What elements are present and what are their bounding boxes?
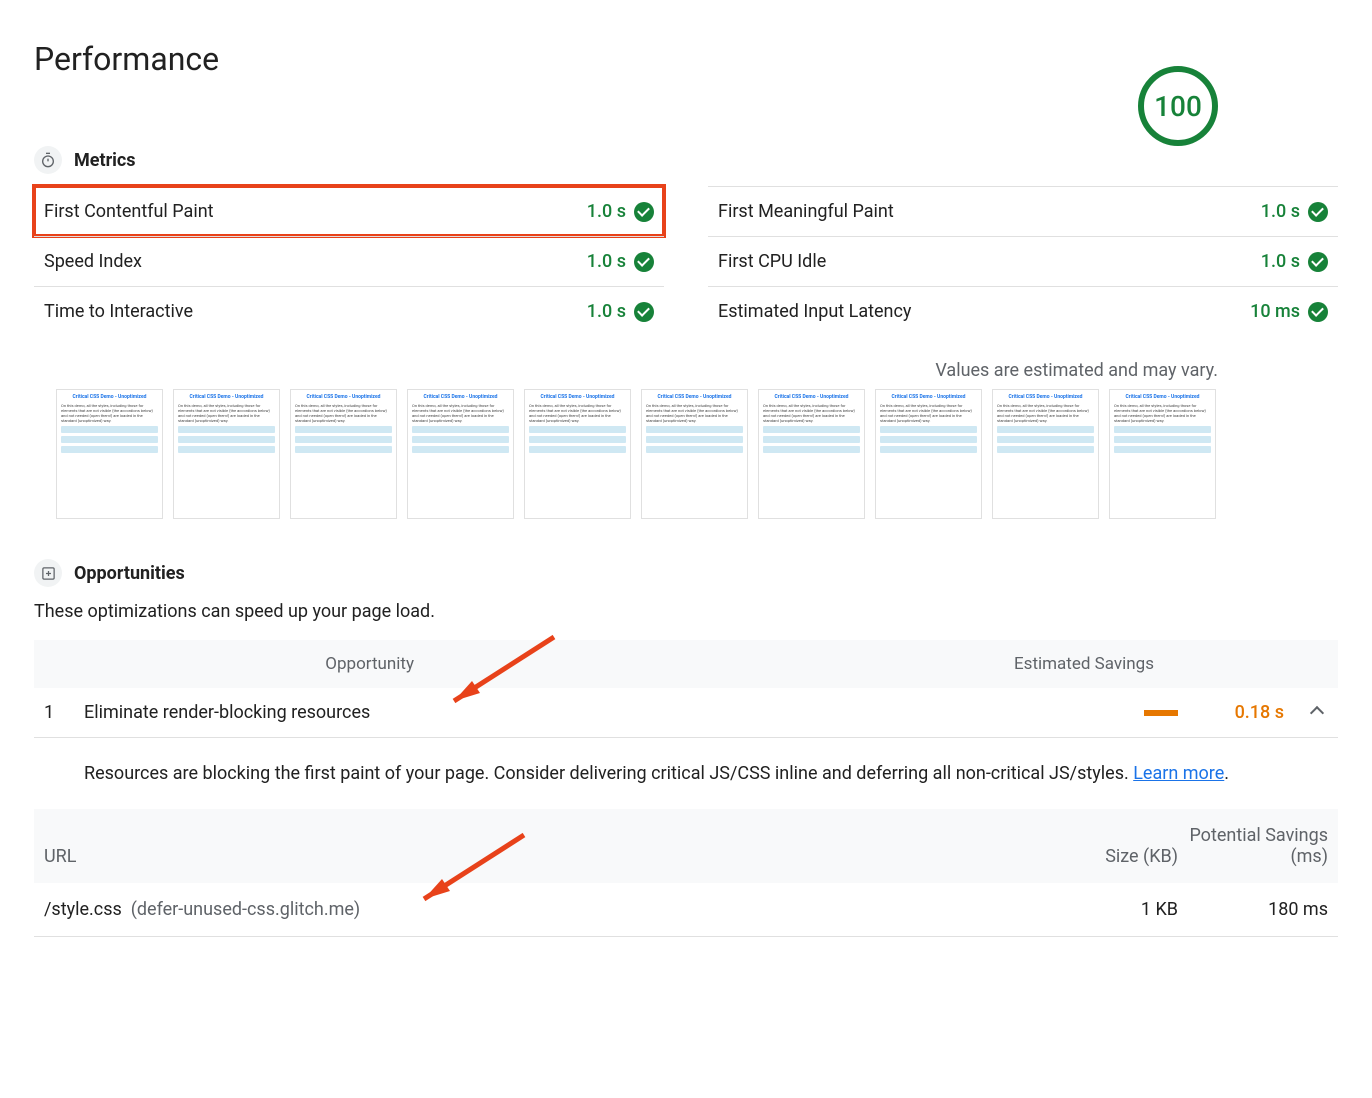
metrics-section-header: Metrics <box>34 146 1338 174</box>
opportunities-table-header: Opportunity Estimated Savings <box>34 640 1338 688</box>
filmstrip-frame: Critical CSS Demo - UnoptimizedOn this d… <box>290 389 397 519</box>
metric-label: Speed Index <box>44 251 142 272</box>
metric-row[interactable]: Estimated Input Latency 10 ms <box>708 286 1338 336</box>
metric-label: Estimated Input Latency <box>718 301 911 322</box>
stopwatch-icon <box>34 146 62 174</box>
metric-value: 1.0 s <box>587 301 626 322</box>
filmstrip-frame: Critical CSS Demo - UnoptimizedOn this d… <box>641 389 748 519</box>
column-opportunity: Opportunity <box>44 654 414 674</box>
opportunity-index: 1 <box>44 702 84 723</box>
opportunities-title: Opportunities <box>74 563 185 584</box>
check-circle-icon <box>1308 252 1328 272</box>
page-title: Performance <box>34 40 219 78</box>
filmstrip-frame: Critical CSS Demo - UnoptimizedOn this d… <box>758 389 865 519</box>
metric-value: 10 ms <box>1250 301 1300 322</box>
sparkle-icon <box>34 559 62 587</box>
metric-row[interactable]: First Meaningful Paint 1.0 s <box>708 186 1338 236</box>
metrics-grid: First Contentful Paint1.0 sFirst Meaning… <box>34 186 1338 336</box>
metrics-title: Metrics <box>74 150 136 171</box>
performance-score-gauge: 100 <box>1138 66 1218 146</box>
opportunity-savings: 0.18 s <box>1184 702 1284 723</box>
check-circle-icon <box>634 202 654 222</box>
column-savings: Estimated Savings <box>884 654 1284 674</box>
check-circle-icon <box>1308 302 1328 322</box>
filmstrip-frame: Critical CSS Demo - UnoptimizedOn this d… <box>173 389 280 519</box>
metric-row[interactable]: Time to Interactive 1.0 s <box>34 286 664 336</box>
metric-row[interactable]: First CPU Idle 1.0 s <box>708 236 1338 286</box>
savings-bar-cell <box>884 710 1184 716</box>
filmstrip-frame: Critical CSS Demo - UnoptimizedOn this d… <box>56 389 163 519</box>
chevron-up-icon[interactable] <box>1310 705 1324 719</box>
filmstrip-frame: Critical CSS Demo - UnoptimizedOn this d… <box>407 389 514 519</box>
opportunities-description: These optimizations can speed up your pa… <box>34 601 1338 622</box>
opportunity-detail: Resources are blocking the first paint o… <box>34 738 1338 809</box>
savings-bar <box>1144 710 1178 716</box>
resource-row: /style.css (defer-unused-css.glitch.me) … <box>34 883 1338 937</box>
metric-row[interactable]: First Contentful Paint 1.0 s <box>34 186 664 236</box>
column-size: Size (KB) <box>1028 846 1178 867</box>
column-url: URL <box>44 846 1028 867</box>
resource-path: /style.css <box>44 899 122 920</box>
check-circle-icon <box>1308 202 1328 222</box>
resource-host: (defer-unused-css.glitch.me) <box>131 899 360 920</box>
check-circle-icon <box>634 252 654 272</box>
metric-row[interactable]: Speed Index 1.0 s <box>34 236 664 286</box>
metric-label: Time to Interactive <box>44 301 193 322</box>
metric-value: 1.0 s <box>1261 251 1300 272</box>
metric-label: First Meaningful Paint <box>718 201 894 222</box>
filmstrip-frame: Critical CSS Demo - UnoptimizedOn this d… <box>992 389 1099 519</box>
metric-label: First Contentful Paint <box>44 201 214 222</box>
metrics-footnote: Values are estimated and may vary. <box>34 360 1218 381</box>
resource-size: 1 KB <box>1028 899 1178 920</box>
resource-savings: 180 ms <box>1178 899 1328 920</box>
opportunity-row[interactable]: 1 Eliminate render-blocking resources 0.… <box>34 688 1338 738</box>
resources-table-header: URL Size (KB) Potential Savings (ms) <box>34 809 1338 883</box>
metric-value: 1.0 s <box>1261 201 1300 222</box>
filmstrip-frame: Critical CSS Demo - UnoptimizedOn this d… <box>875 389 982 519</box>
metric-value: 1.0 s <box>587 251 626 272</box>
filmstrip: Critical CSS Demo - UnoptimizedOn this d… <box>56 389 1338 519</box>
opportunity-name: Eliminate render-blocking resources <box>84 702 884 723</box>
metric-label: First CPU Idle <box>718 251 826 272</box>
metric-value: 1.0 s <box>587 201 626 222</box>
filmstrip-frame: Critical CSS Demo - UnoptimizedOn this d… <box>524 389 631 519</box>
opportunity-detail-text: Resources are blocking the first paint o… <box>84 763 1133 784</box>
filmstrip-frame: Critical CSS Demo - UnoptimizedOn this d… <box>1109 389 1216 519</box>
learn-more-link[interactable]: Learn more <box>1133 763 1224 784</box>
check-circle-icon <box>634 302 654 322</box>
opportunities-section-header: Opportunities <box>34 559 1338 587</box>
column-potential-savings: Potential Savings (ms) <box>1178 825 1328 867</box>
